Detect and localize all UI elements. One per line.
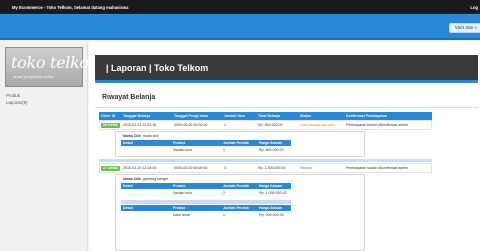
detail-jumlah-cell: 1 <box>223 213 225 217</box>
detail-col-detail: Detail <box>121 205 171 211</box>
detail-harga-cell: Rp. 1.000.000.00 <box>259 191 287 195</box>
client-name: malia siwi <box>143 134 159 138</box>
jumlah-item-cell: 1 <box>224 123 226 127</box>
detail-jumlah-cell: 2 <box>223 191 225 195</box>
logo: toko telkom pusat penjualan online <box>5 47 104 87</box>
detail-harga-cell: Rp. 200.000.00 <box>259 213 284 217</box>
detail-button[interactable]: 27 Detail <box>101 166 120 171</box>
col-tanggal-belanja: Tanggal Belanja <box>121 112 172 120</box>
detail-harga-cell: Rp. 800.000.00 <box>259 148 284 152</box>
section-divider <box>95 107 478 108</box>
tanggal-pengiriman-cell: 0000-00-00 00:00:00 <box>174 166 208 170</box>
page-title: | Laporan | Toko Telkom <box>106 63 209 73</box>
col-konfirmasi: Konfirmasi Pembayaran <box>344 112 432 120</box>
logo-tagline: pusat penjualan online <box>13 75 55 79</box>
col-status: Status <box>298 112 344 120</box>
order-id-cell: 27 Detail <box>99 164 121 172</box>
section-title: Riwayat Belanja <box>102 94 156 101</box>
detail-produk-cell: Sepatu kulo <box>173 191 192 195</box>
detail-separator <box>121 200 291 204</box>
col-order-id: Order ID <box>99 112 121 120</box>
status-cell: Selesai <box>300 166 312 170</box>
total-cell: Rp. 800.000.00 <box>258 123 283 127</box>
row-separator <box>99 159 432 162</box>
sidebar-item-produk[interactable]: Produk <box>6 93 20 98</box>
status-cell: Data sedang diproses <box>300 123 335 127</box>
admin-topbar: My Ecommerce - Toko Telkom, Selamat data… <box>0 0 480 14</box>
col-total-belanja: Total Belanja <box>256 112 298 120</box>
client-name: ganteng banget <box>143 177 168 181</box>
total-cell: Rp. 1.300.000.00 <box>258 166 286 170</box>
tanggal-belanja-cell: 2015-03-19 12:28:04 <box>123 166 157 170</box>
konfirmasi-cell: Pembayaran sudah dikonfirmasi admin <box>346 166 409 170</box>
user-menu[interactable]: Log <box>470 5 478 10</box>
detail-produk-cell: Sepatu kulo <box>173 148 192 152</box>
sidebar-item-laporan[interactable]: Laporan(5) <box>6 100 27 105</box>
tanggal-belanja-cell: 2015-02-23 22:52:36 <box>123 123 157 127</box>
tanggal-pengiriman-cell: 0000-00-00 00:00:00 <box>174 123 208 127</box>
sidebar: toko telkom pusat penjualan online Produ… <box>0 42 104 251</box>
order-id-cell: 28 Detail <box>99 121 121 129</box>
page-header: | Laporan | Toko Telkom <box>95 55 478 83</box>
detail-col-detail: Detail <box>121 183 171 189</box>
col-tanggal-pengiriman: Tanggal Pengiriman <box>172 112 222 120</box>
detail-jumlah-cell: 1 <box>223 148 225 152</box>
detail-button[interactable]: 28 Detail <box>101 123 120 128</box>
client-label: Nama Client : <box>123 134 141 138</box>
visit-site-button[interactable]: Visit Site » <box>448 23 480 33</box>
detail-col-detail: Detail <box>121 140 171 146</box>
main-content: | Laporan | Toko Telkom Riwayat Belanja … <box>89 42 480 251</box>
client-label: Nama Client : <box>123 177 141 181</box>
konfirmasi-cell: Pembayaran belum dikonfirmasi admin <box>346 123 409 127</box>
detail-produk-cell: baso tama <box>173 213 190 217</box>
col-jumlah-item: Jumlah Item <box>222 112 256 120</box>
app-title: My Ecommerce - Toko Telkom, Selamat data… <box>12 5 129 10</box>
header-bar: Visit Site » <box>0 14 480 40</box>
jumlah-item-cell: 3 <box>224 166 226 170</box>
